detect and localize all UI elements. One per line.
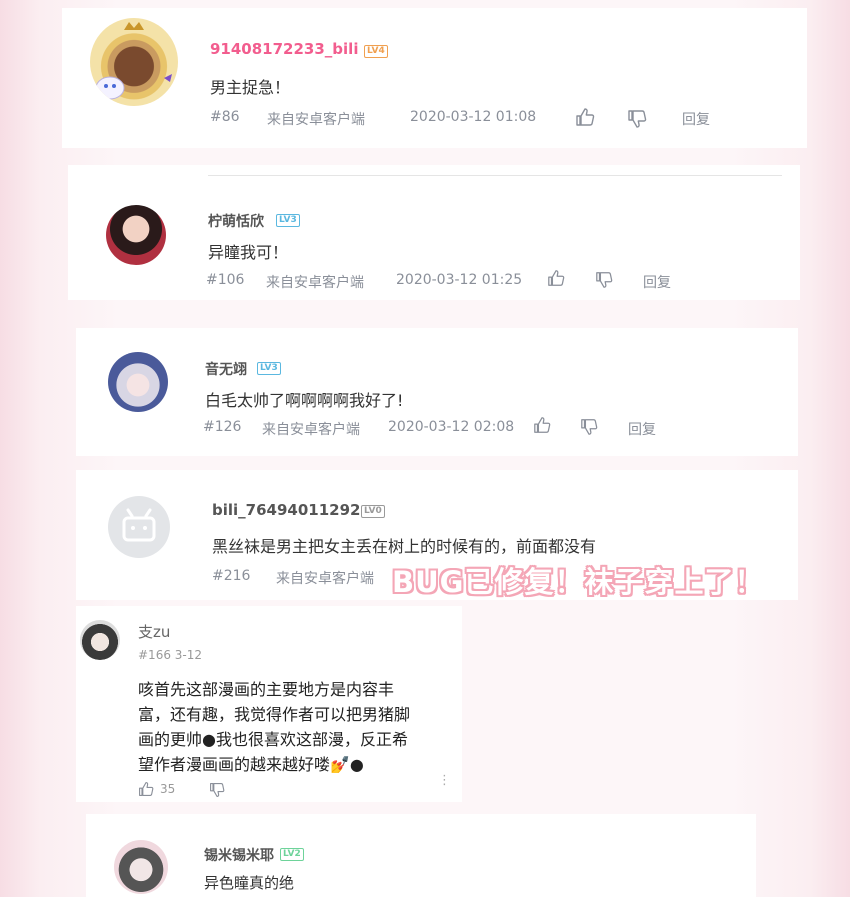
username[interactable]: 支zu bbox=[138, 621, 170, 642]
app-comment-card: 支zu #166 3-12 咳首先这部漫画的主要地方是内容丰 富，还有趣，我觉得… bbox=[76, 606, 462, 802]
avatar[interactable] bbox=[108, 352, 168, 412]
dislike-icon[interactable] bbox=[580, 418, 598, 436]
avatar[interactable] bbox=[90, 18, 178, 106]
comment-card: 音无翊 LV3 白毛太帅了啊啊啊啊我好了! #126 来自安卓客户端 2020-… bbox=[76, 328, 798, 456]
divider bbox=[208, 175, 782, 176]
comment-text-line: 画的更帅●我也很喜欢这部漫，反正希 bbox=[138, 730, 408, 749]
username[interactable]: 音无翊 bbox=[205, 359, 247, 379]
comment-card: 柠萌恬欣 LV3 异瞳我可！ #106 来自安卓客户端 2020-03-12 0… bbox=[68, 165, 800, 300]
comment-text-line: 咳首先这部漫画的主要地方是内容丰 bbox=[138, 680, 395, 699]
like-icon[interactable] bbox=[533, 416, 551, 434]
level-badge: LV2 bbox=[280, 848, 304, 861]
timestamp: 2020-03-12 01:25 bbox=[396, 272, 523, 288]
like-icon[interactable] bbox=[547, 269, 565, 287]
client-source: 来自安卓客户端 bbox=[266, 275, 364, 291]
avatar[interactable] bbox=[114, 840, 168, 894]
reply-button[interactable]: 回复 bbox=[682, 109, 710, 129]
like-count: 35 bbox=[160, 782, 176, 796]
dislike-icon[interactable] bbox=[595, 271, 613, 289]
floor-number: #216 bbox=[212, 568, 251, 584]
client-source: 来自安卓客户端 bbox=[276, 571, 374, 587]
username[interactable]: 柠萌恬欣 bbox=[208, 211, 264, 231]
username[interactable]: 锡米锡米耶 bbox=[204, 845, 274, 865]
comment-card: 91408172233_bili LV4 男主捉急！ #86 来自安卓客户端 2… bbox=[62, 8, 807, 148]
avatar[interactable] bbox=[106, 205, 166, 265]
comment-text: 异色瞳真的绝 bbox=[204, 874, 295, 892]
comment-meta: #166 3-12 bbox=[138, 648, 203, 662]
floor-number: #86 bbox=[210, 109, 240, 125]
like-icon[interactable] bbox=[138, 781, 154, 797]
level-badge: LV3 bbox=[276, 214, 300, 227]
username[interactable]: bili_76494011292 bbox=[212, 501, 360, 519]
more-options-icon[interactable]: ⋮ bbox=[438, 774, 451, 787]
comment-text: 男主捉急！ bbox=[210, 78, 291, 97]
reply-button[interactable]: 回复 bbox=[628, 419, 656, 439]
comment-text: 黑丝袜是男主把女主丢在树上的时候有的，前面都没有 bbox=[212, 537, 597, 556]
level-badge: LV4 bbox=[364, 45, 388, 58]
floor-number: #126 bbox=[203, 419, 242, 435]
comment-text: 异瞳我可！ bbox=[208, 243, 289, 262]
timestamp: 2020-03-12 02:08 bbox=[388, 419, 515, 435]
comment-text: 白毛太帅了啊啊啊啊我好了! bbox=[205, 391, 404, 410]
client-source: 来自安卓客户端 bbox=[262, 422, 360, 438]
dislike-icon[interactable] bbox=[627, 109, 647, 129]
comment-text-line: 富，还有趣，我觉得作者可以把男猪脚 bbox=[138, 705, 411, 724]
overlay-caption: BUG已修复！袜子穿上了！ bbox=[392, 565, 765, 599]
avatar[interactable] bbox=[80, 620, 120, 660]
dislike-icon[interactable] bbox=[209, 782, 225, 798]
floor-number: #106 bbox=[206, 272, 245, 288]
avatar-pendant-icon bbox=[95, 22, 172, 100]
level-badge: LV3 bbox=[257, 362, 281, 375]
comment-card: 锡米锡米耶 LV2 异色瞳真的绝 bbox=[86, 814, 756, 897]
username[interactable]: 91408172233_bili bbox=[210, 40, 358, 58]
timestamp: 2020-03-12 01:08 bbox=[410, 109, 537, 125]
like-icon[interactable] bbox=[575, 107, 595, 127]
client-source: 来自安卓客户端 bbox=[267, 112, 365, 128]
level-badge: LV0 bbox=[361, 505, 385, 518]
reply-button[interactable]: 回复 bbox=[643, 272, 671, 292]
comment-text-line: 望作者漫画画的越来越好喽💅● bbox=[138, 755, 364, 774]
default-avatar-icon[interactable] bbox=[108, 496, 170, 558]
